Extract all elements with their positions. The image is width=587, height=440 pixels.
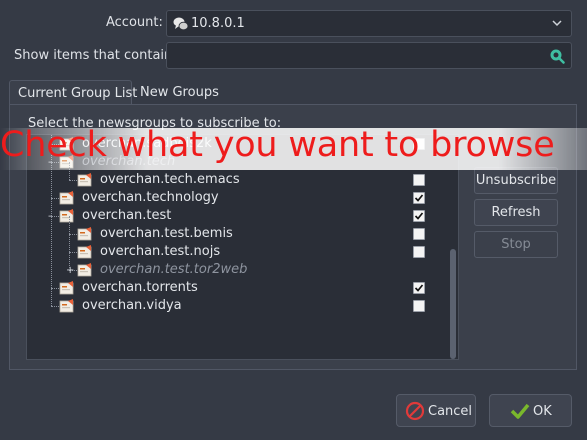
tree-scrollbar[interactable]: [450, 139, 456, 359]
stop-button[interactable]: Stop: [474, 231, 558, 258]
newsgroup-name: overchan.test: [82, 208, 172, 223]
instruction-overlay: Check what you want to browse: [0, 128, 587, 170]
search-label: Show items that contain:: [14, 48, 177, 63]
newsgroup-name: overchan.technology: [82, 190, 219, 205]
newsgroup-icon: [77, 172, 93, 188]
newsgroup-name: overchan.test.tor2web: [100, 262, 248, 277]
newsgroup-icon: [59, 280, 75, 296]
subscribe-checkbox[interactable]: [413, 300, 425, 312]
cancel-button[interactable]: Cancel: [396, 394, 476, 427]
scrollbar-thumb[interactable]: [450, 249, 456, 359]
tree-guide-line: [69, 216, 70, 270]
newsgroup-icon: [59, 190, 75, 206]
tree-row[interactable]: overchan.technology: [27, 189, 447, 207]
account-value: 10.8.0.1: [191, 16, 245, 31]
chevron-down-icon[interactable]: [551, 17, 563, 33]
ok-button[interactable]: OK: [489, 394, 572, 427]
search-icon[interactable]: [549, 48, 565, 68]
newsgroup-name: overchan.test.bemis: [100, 226, 233, 241]
unsubscribe-button[interactable]: Unsubscribe: [474, 167, 558, 194]
newsgroup-icon: [59, 298, 75, 314]
chat-bubbles-icon: [173, 16, 189, 32]
newsgroup-icon: [77, 244, 93, 260]
newsgroup-name: overchan.vidya: [82, 298, 182, 313]
tab-new-groups[interactable]: New Groups: [132, 80, 232, 105]
newsgroup-name: overchan.test.nojs: [100, 244, 221, 259]
tree-row[interactable]: + overchan.test.tor2web: [27, 261, 447, 279]
tree-row[interactable]: overchan.test.nojs: [27, 243, 447, 261]
newsgroup-icon: [59, 208, 75, 224]
collapse-icon[interactable]: -: [48, 212, 55, 222]
cancel-icon: [405, 401, 425, 425]
tree-row[interactable]: overchan.torrents: [27, 279, 447, 297]
tree-row[interactable]: - overchan.test: [27, 207, 447, 225]
checkmark-icon: [510, 401, 530, 425]
newsgroup-icon: [77, 226, 93, 242]
ok-label: OK: [533, 404, 552, 419]
newsgroup-name: overchan.tech.emacs: [100, 172, 240, 187]
tab-current-group-list[interactable]: Current Group List: [9, 80, 137, 105]
refresh-button[interactable]: Refresh: [474, 199, 558, 226]
tree-row[interactable]: overchan.tech.emacs: [27, 171, 447, 189]
newsgroup-name: overchan.torrents: [82, 280, 198, 295]
subscribe-checkbox[interactable]: [413, 192, 425, 204]
subscribe-checkbox[interactable]: [413, 210, 425, 222]
tree-row[interactable]: overchan.test.bemis: [27, 225, 447, 243]
subscribe-checkbox[interactable]: [413, 282, 425, 294]
cancel-label: Cancel: [428, 404, 473, 419]
subscribe-checkbox[interactable]: [413, 228, 425, 240]
tree-row[interactable]: overchan.vidya: [27, 297, 447, 315]
subscribe-checkbox[interactable]: [413, 174, 425, 186]
overlay-text: Check what you want to browse: [0, 128, 555, 165]
account-dropdown[interactable]: 10.8.0.1: [166, 10, 572, 37]
account-label: Account:: [106, 15, 163, 30]
newsgroup-icon: [77, 262, 93, 278]
subscribe-checkbox[interactable]: [413, 246, 425, 258]
search-input[interactable]: [166, 42, 572, 69]
